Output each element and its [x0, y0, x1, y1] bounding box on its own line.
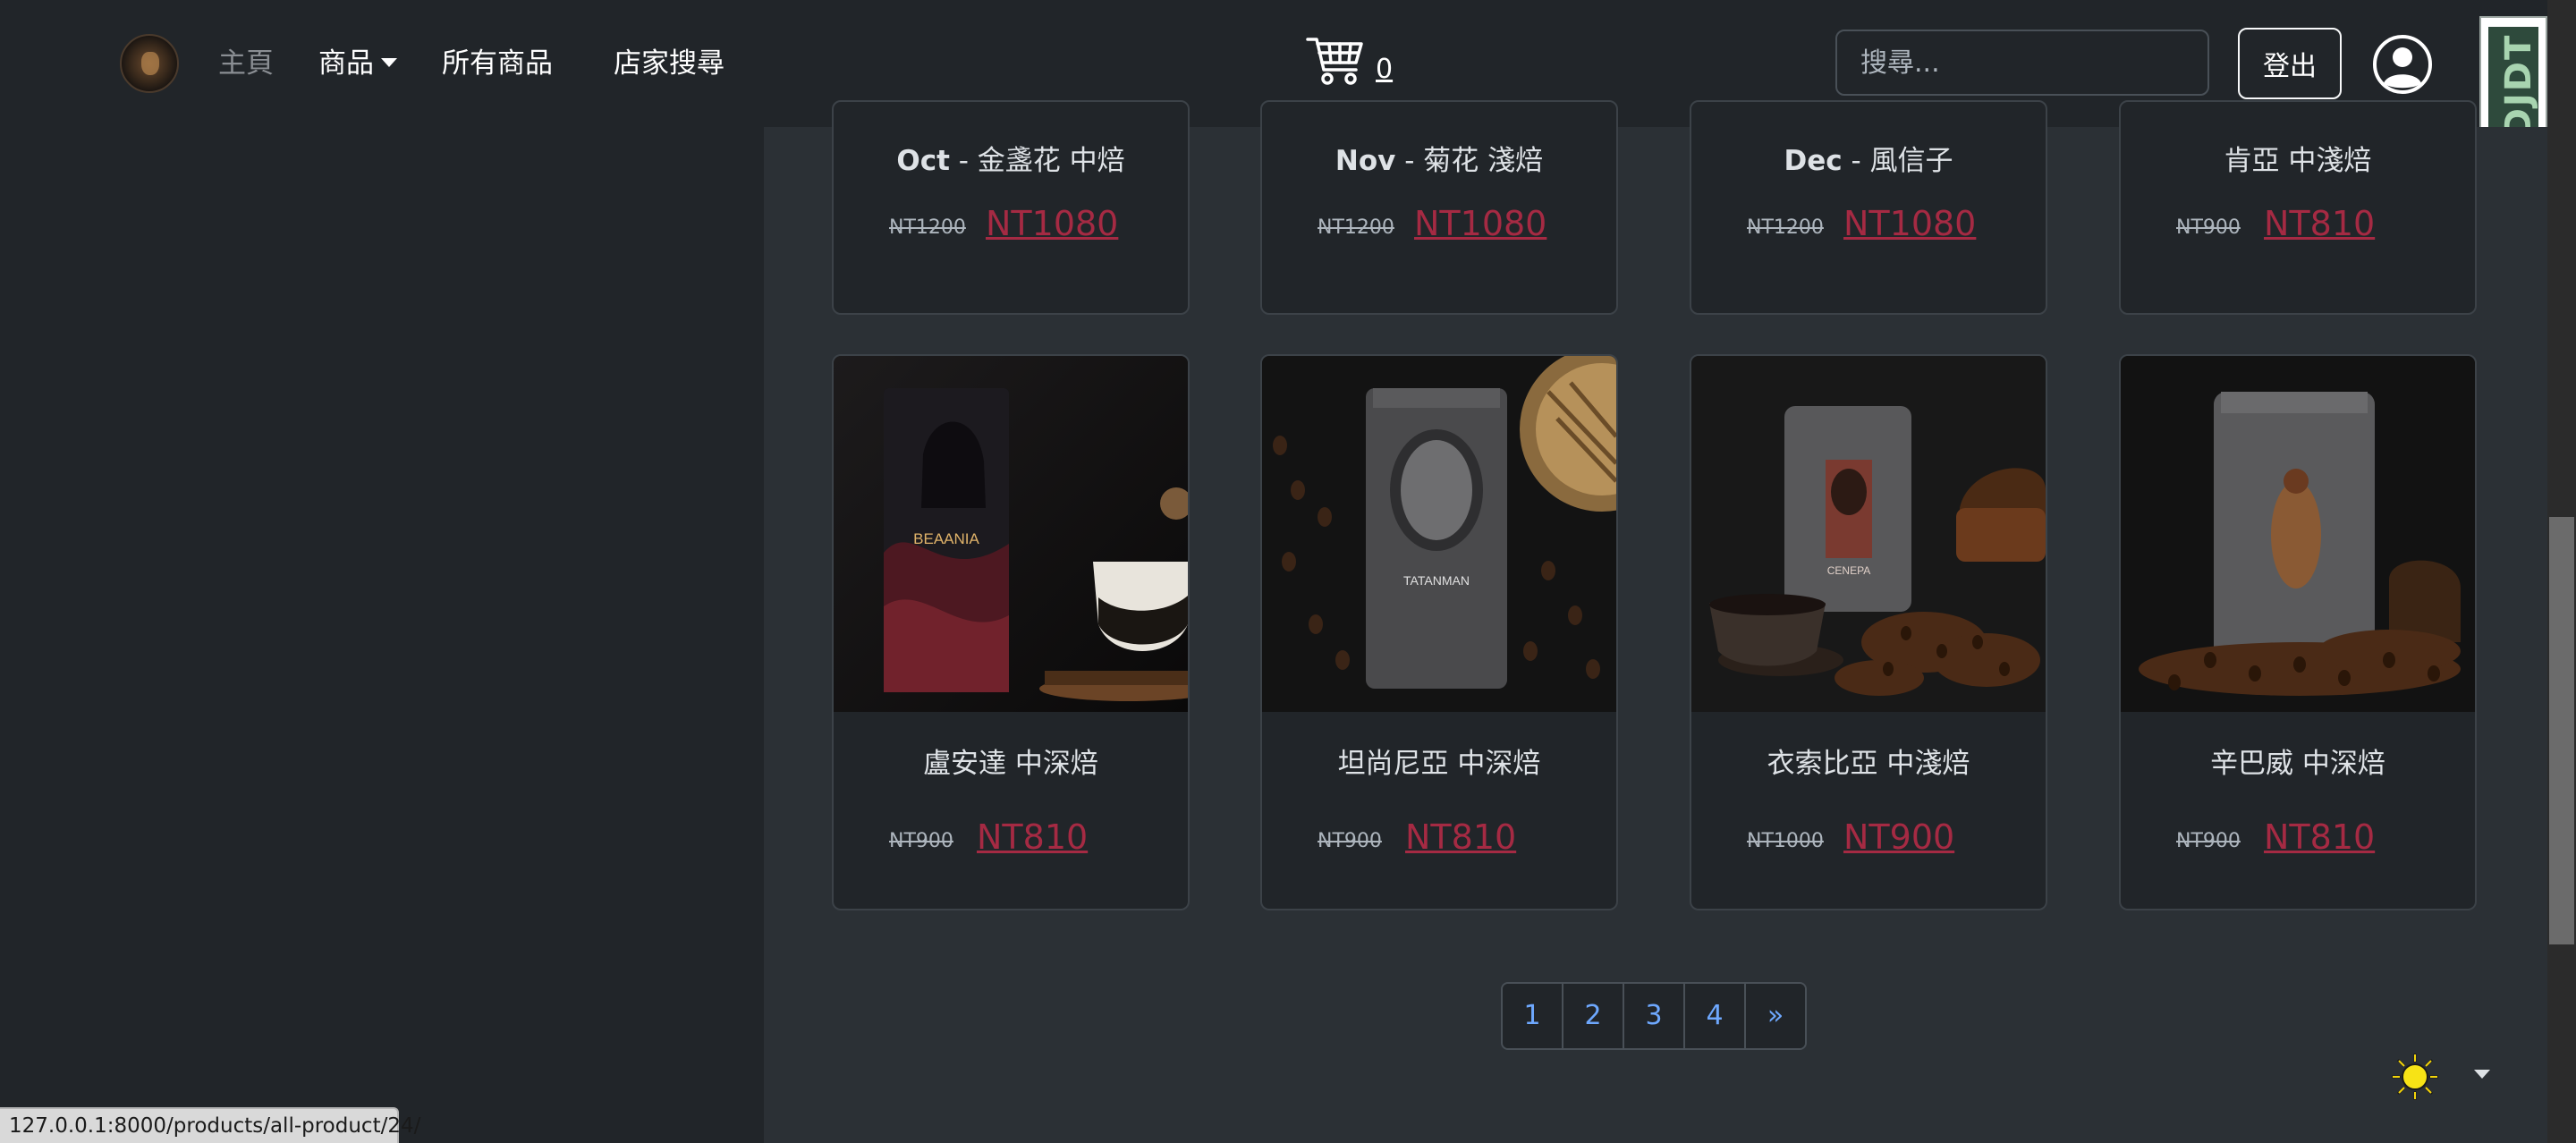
product-card[interactable]: Nov - 菊花 淺焙 NT1200 NT1080: [1260, 100, 1618, 315]
sale-price[interactable]: NT900: [1843, 817, 1954, 857]
coffee-bag-rwanda-image[interactable]: BEAANIA: [834, 356, 1188, 712]
original-price: NT1000: [1747, 830, 1824, 852]
debug-toolbar-badge: DJDT: [2488, 27, 2539, 138]
debug-toolbar-handle[interactable]: DJDT: [2479, 16, 2547, 140]
product-card[interactable]: 辛巴威 中深焙 NT900 NT810: [2119, 354, 2477, 910]
bag-label-text: BEAANIA: [913, 530, 979, 547]
nav-products-dropdown[interactable]: 商品: [318, 41, 397, 86]
original-price: NT1200: [1318, 216, 1394, 239]
coffee-bag-ethiopia-image[interactable]: CENEPA: [1691, 356, 2046, 712]
bag-label-text: CENEPA: [1827, 564, 1870, 577]
product-title: 盧安達 中深焙: [923, 748, 1098, 780]
product-card[interactable]: CENEPA 衣索比亞 中淺焙 NT1000 NT900: [1690, 354, 2047, 910]
sale-price[interactable]: NT810: [1405, 817, 1516, 857]
sale-price[interactable]: NT810: [2264, 817, 2375, 857]
nav-home-link[interactable]: 主頁: [218, 41, 274, 86]
cart-count[interactable]: 0: [1376, 54, 1393, 85]
product-title: 辛巴威 中深焙: [2210, 748, 2385, 780]
page-link-1[interactable]: 1: [1503, 984, 1563, 1048]
sale-price[interactable]: NT810: [2264, 204, 2375, 243]
sale-price[interactable]: NT1080: [1843, 204, 1976, 243]
product-title: Nov - 菊花 淺焙: [1335, 145, 1544, 177]
original-price: NT900: [1318, 830, 1382, 852]
sale-price[interactable]: NT810: [977, 817, 1088, 857]
logout-button[interactable]: 登出: [2238, 28, 2342, 99]
page-link-2[interactable]: 2: [1563, 984, 1624, 1048]
product-card[interactable]: TATANMAN 坦尚尼亞 中深焙 NT900 NT810: [1260, 354, 1618, 910]
pagination: 1 2 3 4 »: [1501, 982, 1807, 1050]
sun-icon[interactable]: [2390, 1052, 2440, 1102]
product-card[interactable]: Oct - 金盞花 中焙 NT1200 NT1080: [832, 100, 1190, 315]
next-page-link[interactable]: »: [1746, 984, 1805, 1048]
left-sidebar: [0, 127, 764, 1143]
nav-all-products-link[interactable]: 所有商品: [442, 41, 553, 86]
shopping-cart-icon[interactable]: [1306, 36, 1365, 88]
product-title: 衣索比亞 中淺焙: [1767, 748, 1970, 780]
user-profile-icon[interactable]: [2372, 34, 2433, 95]
product-title: Dec - 風信子: [1784, 145, 1953, 177]
product-title: 肯亞 中淺焙: [2224, 145, 2372, 177]
original-price: NT900: [2176, 830, 2241, 852]
product-title: 坦尚尼亞 中深焙: [1337, 748, 1541, 780]
scrollbar-thumb[interactable]: [2549, 517, 2574, 944]
coffee-bag-zimbabwe-image[interactable]: [2121, 356, 2475, 712]
original-price: NT1200: [889, 216, 966, 239]
debug-toolbar-label: DJDT: [2498, 33, 2539, 139]
coffee-bag-tanzania-image[interactable]: TATANMAN: [1262, 356, 1616, 712]
original-price: NT1200: [1747, 216, 1824, 239]
product-card[interactable]: Dec - 風信子 NT1200 NT1080: [1690, 100, 2047, 315]
product-title: Oct - 金盞花 中焙: [896, 145, 1125, 177]
sale-price[interactable]: NT1080: [986, 204, 1118, 243]
page-link-3[interactable]: 3: [1624, 984, 1685, 1048]
link-status-bar: 127.0.0.1:8000/products/all-product/24/: [0, 1107, 420, 1143]
theme-dropdown-chevron-icon[interactable]: [2474, 1070, 2490, 1079]
chevron-down-icon: [381, 57, 397, 67]
product-card[interactable]: 肯亞 中淺焙 NT900 NT810: [2119, 100, 2477, 315]
page-link-4[interactable]: 4: [1685, 984, 1746, 1048]
nav-products-label: 商品: [318, 47, 374, 80]
nav-store-search-link[interactable]: 店家搜尋: [614, 41, 724, 86]
brand-logo[interactable]: [120, 34, 179, 93]
product-card[interactable]: BEAANIA 盧安達 中深焙 NT900 NT810: [832, 354, 1190, 910]
original-price: NT900: [2176, 216, 2241, 239]
sale-price[interactable]: NT1080: [1414, 204, 1546, 243]
original-price: NT900: [889, 830, 953, 852]
search-input[interactable]: [1835, 30, 2209, 96]
bag-label-text: TATANMAN: [1403, 573, 1470, 588]
